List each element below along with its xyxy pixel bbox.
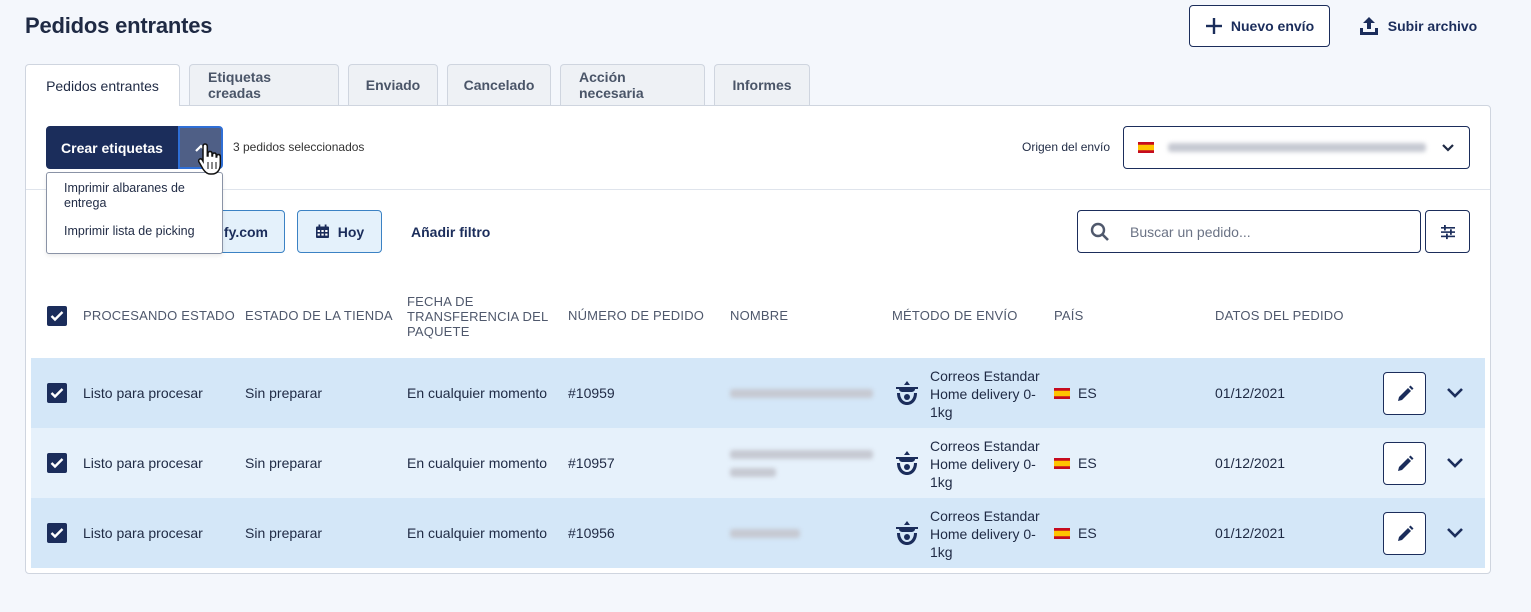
cell-processing-status: Listo para procesar — [83, 385, 203, 401]
header-order-number[interactable]: NÚMERO DE PEDIDO — [568, 308, 704, 323]
tab-informes[interactable]: Informes — [714, 64, 810, 105]
checkbox-checked-icon — [50, 458, 64, 469]
spain-flag-icon — [1138, 142, 1154, 153]
chevron-down-icon — [1447, 388, 1463, 398]
cell-order-number[interactable]: #10956 — [568, 525, 615, 541]
row-checkbox[interactable] — [47, 453, 67, 473]
header-order-data[interactable]: DATOS DEL PEDIDO — [1215, 308, 1344, 323]
page-title: Pedidos entrantes — [25, 13, 213, 38]
add-filter-link[interactable]: Añadir filtro — [411, 224, 490, 240]
create-labels-menu: Imprimir albaranes de entrega Imprimir l… — [46, 172, 223, 254]
header-shipping-method[interactable]: MÉTODO DE ENVÍO — [892, 308, 1018, 323]
cell-processing-status: Listo para procesar — [83, 455, 203, 471]
cell-transfer: En cualquier momento — [407, 385, 548, 401]
tab-etiquetas-creadas[interactable]: Etiquetas creadas — [189, 64, 339, 105]
edit-order-button[interactable] — [1383, 512, 1426, 555]
cell-date: 01/12/2021 — [1215, 385, 1286, 401]
checkbox-checked-icon — [50, 388, 64, 399]
cell-transfer: En cualquier momento — [407, 455, 548, 471]
header-store-status[interactable]: ESTADO DE LA TIENDA — [245, 308, 393, 323]
pencil-icon — [1397, 525, 1413, 541]
create-labels-button[interactable]: Crear etiquetas — [46, 126, 178, 169]
expand-row-button[interactable] — [1442, 451, 1468, 475]
cell-name-redacted — [730, 529, 800, 538]
correos-logo-icon — [896, 381, 918, 405]
pencil-icon — [1397, 455, 1413, 471]
table-row[interactable]: Listo para procesar Sin preparar En cual… — [31, 428, 1485, 498]
chevron-down-icon — [1447, 458, 1463, 468]
cell-shipping-method: Correos Estandar Home delivery 0-1kg — [930, 368, 1040, 420]
cell-store-status: Sin preparar — [245, 455, 323, 471]
table-row[interactable]: Listo para procesar Sin preparar En cual… — [31, 498, 1485, 568]
cell-country: ES — [1078, 385, 1097, 401]
upload-icon — [1359, 17, 1378, 35]
origin-value-redacted — [1168, 143, 1426, 152]
tab-enviado[interactable]: Enviado — [348, 64, 438, 105]
origin-label: Origen del envío — [1022, 140, 1111, 154]
correos-logo-icon — [896, 521, 918, 545]
expand-row-button[interactable] — [1442, 521, 1468, 545]
store-filter-label: ify.com — [220, 223, 268, 240]
new-shipment-button[interactable]: Nuevo envío — [1189, 5, 1330, 47]
cell-date: 01/12/2021 — [1215, 455, 1286, 471]
sliders-icon — [1440, 224, 1455, 239]
spain-flag-icon — [1054, 458, 1070, 469]
tab-cancelado[interactable]: Cancelado — [447, 64, 551, 105]
checkbox-checked-icon — [50, 528, 64, 539]
calendar-icon — [315, 224, 329, 238]
correos-logo-icon — [896, 451, 918, 475]
header-processing-status[interactable]: PROCESANDO ESTADO — [83, 308, 235, 323]
search-icon — [1090, 222, 1109, 241]
spain-flag-icon — [1054, 528, 1070, 539]
hand-cursor-icon — [197, 143, 222, 175]
cell-name-redacted — [730, 389, 873, 398]
origin-select[interactable] — [1123, 126, 1470, 169]
cell-store-status: Sin preparar — [245, 525, 323, 541]
header-name[interactable]: NOMBRE — [730, 308, 788, 323]
new-shipment-label: Nuevo envío — [1230, 18, 1315, 34]
cell-shipping-method: Correos Estandar Home delivery 0-1kg — [930, 438, 1040, 490]
cell-store-status: Sin preparar — [245, 385, 323, 401]
cell-processing-status: Listo para procesar — [83, 525, 203, 541]
search-input[interactable] — [1130, 223, 1400, 240]
plus-icon — [1205, 18, 1222, 34]
edit-order-button[interactable] — [1383, 372, 1426, 415]
cell-date: 01/12/2021 — [1215, 525, 1286, 541]
chevron-down-icon — [1447, 528, 1463, 538]
select-all-checkbox[interactable] — [47, 306, 67, 326]
date-filter-label: Hoy — [337, 223, 365, 240]
cell-name-redacted — [730, 468, 776, 477]
menu-item-print-picking-list[interactable]: Imprimir lista de picking — [64, 224, 195, 239]
pencil-icon — [1397, 385, 1413, 401]
cell-country: ES — [1078, 455, 1097, 471]
date-filter-chip[interactable]: Hoy — [297, 210, 382, 253]
checkbox-checked-icon — [50, 311, 64, 322]
toolbar-divider — [26, 189, 1490, 190]
menu-item-print-delivery-notes[interactable]: Imprimir albaranes de entrega — [64, 181, 214, 211]
tab-pedidos-entrantes[interactable]: Pedidos entrantes — [25, 64, 180, 106]
header-country[interactable]: PAÍS — [1054, 308, 1083, 323]
expand-row-button[interactable] — [1442, 381, 1468, 405]
cell-name-redacted — [730, 450, 873, 459]
spain-flag-icon — [1054, 388, 1070, 399]
search-box[interactable] — [1077, 210, 1421, 253]
header-transfer-date[interactable]: FECHA DE TRANSFERENCIA DEL PAQUETE — [407, 294, 557, 339]
chevron-down-icon — [1442, 143, 1454, 152]
selected-count: 3 pedidos seleccionados — [233, 140, 365, 154]
cell-transfer: En cualquier momento — [407, 525, 548, 541]
cell-order-number[interactable]: #10959 — [568, 385, 615, 401]
row-checkbox[interactable] — [47, 383, 67, 403]
cell-country: ES — [1078, 525, 1097, 541]
cell-order-number[interactable]: #10957 — [568, 455, 615, 471]
upload-file-button[interactable]: Subir archivo — [1350, 5, 1485, 47]
edit-order-button[interactable] — [1383, 442, 1426, 485]
table-settings-button[interactable] — [1425, 210, 1470, 253]
tab-bar: Pedidos entrantes Etiquetas creadas Envi… — [25, 64, 810, 106]
upload-file-label: Subir archivo — [1387, 18, 1478, 34]
row-checkbox[interactable] — [47, 523, 67, 543]
cell-shipping-method: Correos Estandar Home delivery 0-1kg — [930, 508, 1040, 560]
table-row[interactable]: Listo para procesar Sin preparar En cual… — [31, 358, 1485, 428]
tab-accion-necesaria[interactable]: Acción necesaria — [560, 64, 705, 105]
